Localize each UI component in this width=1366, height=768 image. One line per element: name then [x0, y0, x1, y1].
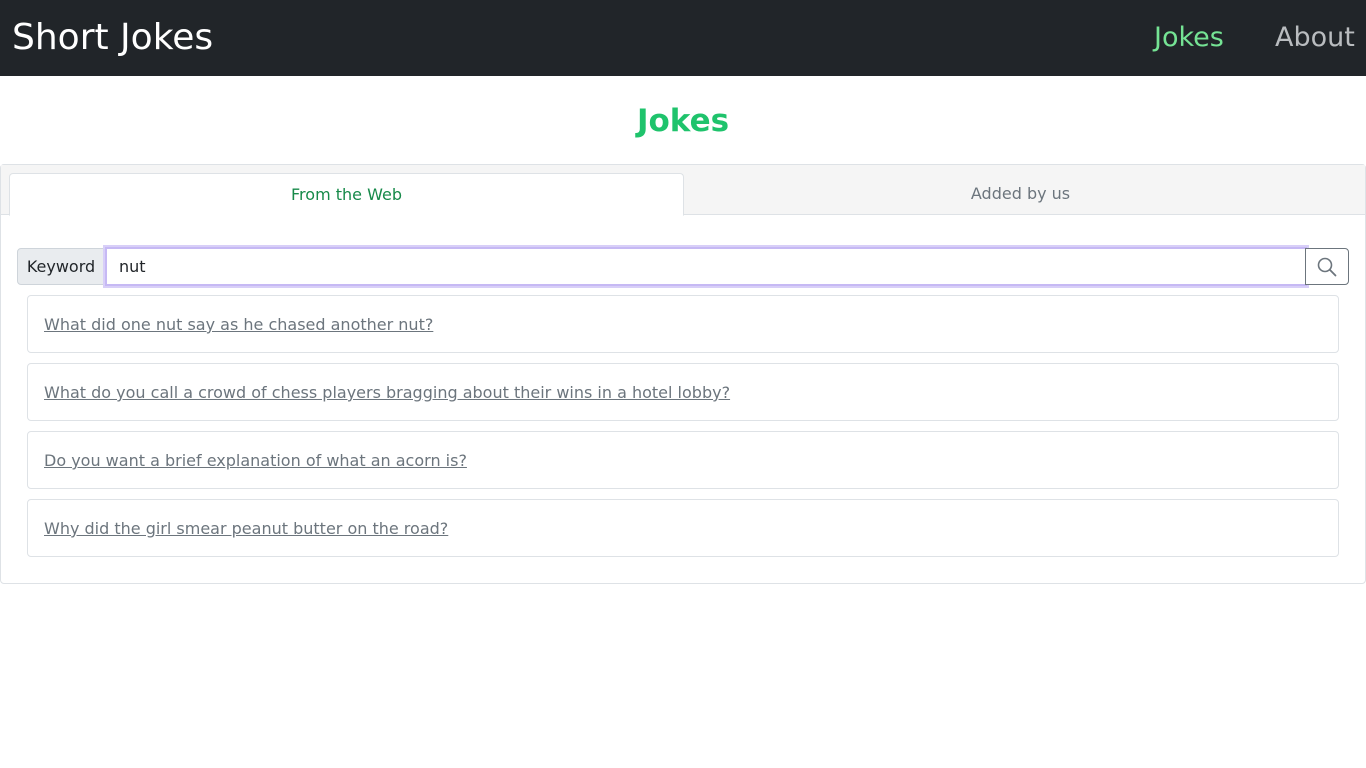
- joke-item: What did one nut say as he chased anothe…: [27, 295, 1339, 353]
- joke-item: What do you call a crowd of chess player…: [27, 363, 1339, 421]
- tab-added-by-us[interactable]: Added by us: [684, 173, 1357, 215]
- joke-link[interactable]: Why did the girl smear peanut butter on …: [44, 518, 448, 540]
- joke-link[interactable]: What did one nut say as he chased anothe…: [44, 314, 433, 336]
- tab-bar: From the Web Added by us: [1, 165, 1365, 216]
- joke-list: What did one nut say as he chased anothe…: [27, 295, 1339, 567]
- navbar: Short Jokes Jokes About: [0, 0, 1366, 76]
- page-title: Jokes: [636, 103, 730, 139]
- nav-link-about[interactable]: About: [1275, 20, 1355, 56]
- brand-link[interactable]: Short Jokes: [12, 14, 213, 62]
- keyword-label: Keyword: [17, 248, 105, 285]
- joke-link[interactable]: What do you call a crowd of chess player…: [44, 382, 730, 404]
- tab-from-the-web[interactable]: From the Web: [9, 173, 684, 216]
- keyword-input[interactable]: [105, 247, 1307, 286]
- joke-item: Why did the girl smear peanut butter on …: [27, 499, 1339, 557]
- search-button[interactable]: [1305, 248, 1349, 285]
- search-group: Keyword: [17, 247, 1349, 286]
- joke-item: Do you want a brief explanation of what …: [27, 431, 1339, 489]
- nav-link-jokes[interactable]: Jokes: [1154, 20, 1224, 56]
- joke-link[interactable]: Do you want a brief explanation of what …: [44, 450, 467, 472]
- jokes-card: From the Web Added by us Keyword What di…: [0, 164, 1366, 584]
- search-icon: [1317, 257, 1337, 276]
